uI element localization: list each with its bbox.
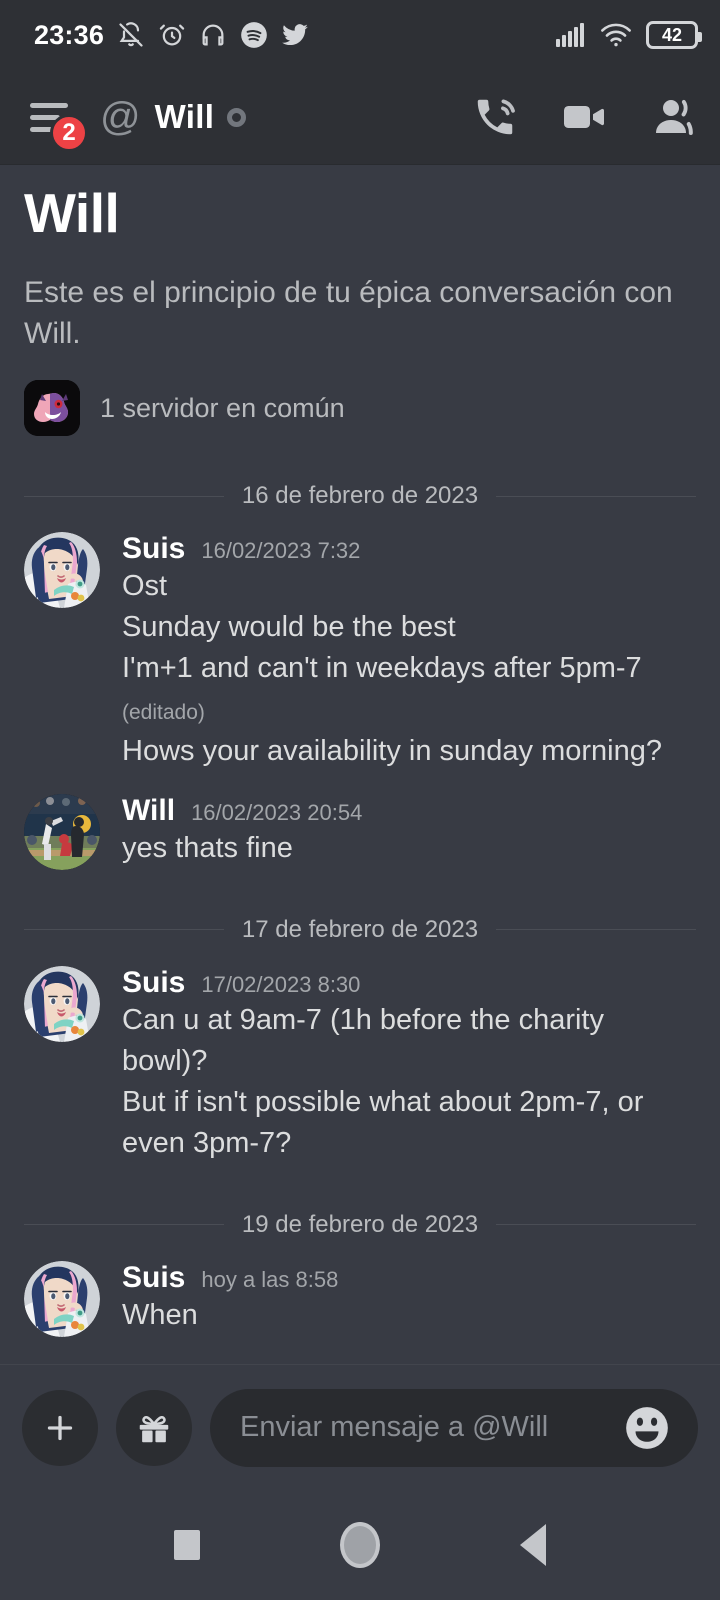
battery-level: 42 bbox=[661, 25, 683, 45]
divider-label: 17 de febrero de 2023 bbox=[241, 915, 479, 943]
divider-label: 19 de febrero de 2023 bbox=[241, 1210, 479, 1238]
message-author[interactable]: Suis bbox=[122, 966, 185, 1000]
message-composer: Enviar mensaje a @Will bbox=[0, 1364, 720, 1490]
message-group[interactable]: Will 16/02/2023 20:54 yes thats fine bbox=[24, 793, 696, 870]
message-line: When bbox=[122, 1295, 696, 1336]
cellular-signal-icon bbox=[556, 22, 586, 48]
emoji-icon[interactable] bbox=[622, 1403, 672, 1453]
android-navigation-bar bbox=[0, 1490, 720, 1600]
message-body: Suis hoy a las 8:58 When bbox=[122, 1261, 696, 1337]
message-text: I'm+1 and can't in weekdays after 5pm-7 bbox=[122, 652, 642, 685]
video-call-icon[interactable] bbox=[560, 93, 608, 141]
message-list[interactable]: Will Este es el principio de tu épica co… bbox=[0, 165, 720, 1364]
message-input[interactable]: Enviar mensaje a @Will bbox=[210, 1388, 698, 1467]
divider-line bbox=[496, 929, 697, 931]
message-text: Hows your availability in sunday morning… bbox=[122, 734, 662, 767]
message-body: Suis 17/02/2023 8:30 Can u at 9am-7 (1h be… bbox=[122, 966, 696, 1165]
message-header: Will 16/02/2023 20:54 bbox=[122, 794, 696, 828]
status-bar-clock: 23:36 bbox=[34, 19, 105, 50]
status-bar-right: 42 bbox=[556, 21, 702, 49]
message-line: yes thats fine bbox=[122, 828, 696, 869]
message-group[interactable]: Suis 16/02/2023 7:32 Ost Sunday would be th… bbox=[24, 532, 696, 772]
back-button[interactable] bbox=[520, 1524, 546, 1566]
page-title: Will bbox=[154, 98, 215, 135]
message-author[interactable]: Suis bbox=[122, 1261, 185, 1295]
message-line: Can u at 9am-7 (1h before the charity bo… bbox=[122, 1000, 696, 1082]
message-body: Suis 16/02/2023 7:32 Ost Sunday would be th… bbox=[122, 532, 696, 772]
message-input-placeholder: Enviar mensaje a @Will bbox=[240, 1411, 549, 1443]
message-body: Will 16/02/2023 20:54 yes thats fine bbox=[122, 794, 696, 870]
guild-avatar[interactable] bbox=[24, 380, 80, 436]
divider-line bbox=[24, 495, 224, 497]
add-attachment-button[interactable] bbox=[22, 1389, 98, 1466]
voice-call-icon[interactable] bbox=[472, 94, 518, 140]
discord-dm-screen: 23:36 42 2 @ Will Will Este es el princi… bbox=[0, 0, 720, 1600]
mutual-servers-label: 1 servidor en común bbox=[100, 392, 345, 423]
message-text: When bbox=[122, 1298, 198, 1331]
twitter-icon bbox=[281, 21, 309, 49]
divider-line bbox=[24, 1224, 224, 1226]
date-divider: 17 de febrero de 2023 bbox=[24, 915, 697, 944]
message-group[interactable]: Suis 17/02/2023 8:30 Can u at 9am-7 (1h be… bbox=[24, 965, 696, 1165]
message-text: Ost bbox=[122, 570, 168, 602]
menu-button[interactable]: 2 bbox=[30, 94, 88, 152]
headphones-icon bbox=[199, 21, 227, 49]
presence-status-icon bbox=[227, 107, 247, 127]
edited-marker: (editado) bbox=[122, 700, 205, 724]
message-group[interactable]: Suis hoy a las 8:58 When bbox=[24, 1260, 696, 1337]
home-button[interactable] bbox=[340, 1522, 380, 1568]
avatar[interactable] bbox=[24, 1260, 100, 1337]
mutual-servers-row[interactable]: 1 servidor en común bbox=[24, 380, 696, 436]
message-timestamp: 16/02/2023 20:54 bbox=[191, 799, 363, 825]
status-bar-left: 23:36 bbox=[34, 20, 309, 51]
message-line: But if isn't possible what about 2pm-7, … bbox=[122, 1082, 696, 1164]
divider-line bbox=[496, 495, 697, 497]
alarm-clock-icon bbox=[158, 21, 186, 49]
unread-badge: 2 bbox=[50, 114, 88, 152]
divider-line bbox=[496, 1224, 697, 1226]
message-text: yes thats fine bbox=[122, 831, 293, 864]
message-line: Sunday would be the best bbox=[122, 607, 696, 648]
message-header: Suis hoy a las 8:58 bbox=[122, 1261, 696, 1295]
message-header: Suis 16/02/2023 7:32 bbox=[122, 532, 696, 566]
message-text: Can u at 9am-7 (1h before the charity bo… bbox=[122, 1003, 604, 1078]
divider-label: 16 de febrero de 2023 bbox=[241, 482, 479, 509]
conversation-thread: 16 de febrero de 2023 Suis 16/02/2023 7:32… bbox=[24, 482, 697, 1337]
avatar[interactable] bbox=[24, 532, 100, 608]
avatar[interactable] bbox=[24, 793, 100, 870]
dm-intro-description: Este es el principio de tu épica convers… bbox=[24, 276, 673, 350]
android-status-bar: 23:36 42 bbox=[0, 0, 720, 70]
message-line: Hows your availability in sunday morning… bbox=[122, 731, 696, 772]
message-author[interactable]: Suis bbox=[122, 532, 185, 566]
dm-intro-title: Will bbox=[24, 182, 120, 244]
at-symbol-icon: @ bbox=[100, 95, 141, 139]
user-profile-icon[interactable] bbox=[650, 93, 698, 141]
message-line: Ost bbox=[122, 566, 696, 607]
recents-button[interactable] bbox=[174, 1530, 200, 1560]
message-header: Suis 17/02/2023 8:30 bbox=[122, 966, 696, 1000]
message-timestamp: hoy a las 8:58 bbox=[201, 1266, 339, 1292]
message-author[interactable]: Will bbox=[122, 794, 175, 828]
bell-off-icon bbox=[117, 21, 145, 49]
avatar[interactable] bbox=[24, 965, 100, 1042]
date-divider: 19 de febrero de 2023 bbox=[24, 1210, 697, 1239]
wifi-icon bbox=[600, 22, 632, 48]
channel-header: 2 @ Will bbox=[0, 70, 720, 165]
divider-line bbox=[24, 929, 224, 931]
hamburger-line bbox=[30, 102, 68, 108]
spotify-icon bbox=[240, 21, 268, 49]
gift-button[interactable] bbox=[116, 1389, 192, 1466]
message-text: Sunday would be the best bbox=[122, 611, 456, 644]
header-actions bbox=[472, 93, 698, 141]
date-divider: 16 de febrero de 2023 bbox=[24, 482, 697, 510]
message-timestamp: 17/02/2023 8:30 bbox=[201, 971, 361, 997]
battery-indicator: 42 bbox=[646, 21, 702, 49]
message-timestamp: 16/02/2023 7:32 bbox=[201, 538, 361, 563]
message-line: I'm+1 and can't in weekdays after 5pm-7 … bbox=[122, 648, 696, 730]
message-text: But if isn't possible what about 2pm-7, … bbox=[122, 1086, 644, 1160]
